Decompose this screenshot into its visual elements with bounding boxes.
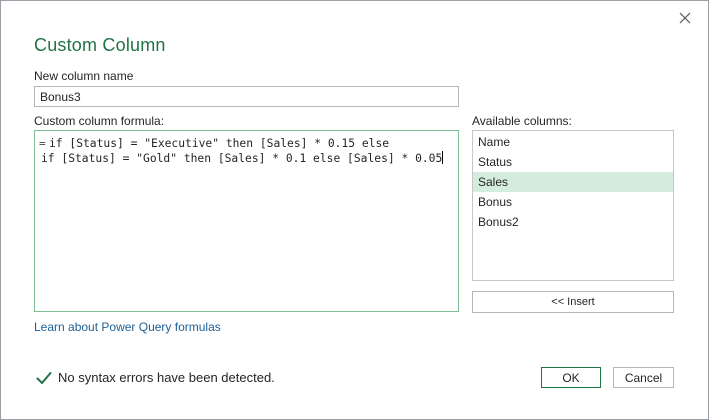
available-columns-label: Available columns:: [472, 114, 572, 128]
column-item-status[interactable]: Status: [473, 152, 673, 172]
close-icon: [679, 12, 691, 24]
close-button[interactable]: [674, 7, 696, 29]
text-caret: [442, 151, 444, 164]
syntax-status: No syntax errors have been detected.: [36, 370, 275, 385]
column-item-bonus[interactable]: Bonus: [473, 192, 673, 212]
column-item-name[interactable]: Name: [473, 132, 673, 152]
formula-editor[interactable]: = if [Status] = "Executive" then [Sales]…: [34, 130, 459, 312]
custom-column-dialog: Custom Column New column name Custom col…: [0, 0, 709, 420]
formula-line-1: if [Status] = "Executive" then [Sales] *…: [49, 137, 390, 150]
column-item-bonus2[interactable]: Bonus2: [473, 212, 673, 232]
custom-column-formula-label: Custom column formula:: [34, 114, 165, 128]
new-column-name-input[interactable]: [34, 86, 459, 107]
dialog-title: Custom Column: [34, 35, 166, 55]
syntax-status-text: No syntax errors have been detected.: [58, 370, 275, 385]
cancel-button[interactable]: Cancel: [613, 367, 674, 388]
ok-button[interactable]: OK: [541, 367, 601, 388]
available-columns-list[interactable]: Name Status Sales Bonus Bonus2: [472, 130, 674, 281]
new-column-name-label: New column name: [34, 69, 134, 83]
formula-line-2: if [Status] = "Gold" then [Sales] * 0.1 …: [41, 152, 443, 165]
learn-power-query-link[interactable]: Learn about Power Query formulas: [34, 320, 221, 334]
checkmark-icon: [36, 371, 52, 384]
formula-text: if [Status] = "Executive" then [Sales] *…: [41, 137, 452, 166]
column-item-sales[interactable]: Sales: [473, 172, 673, 192]
insert-button[interactable]: << Insert: [472, 291, 674, 313]
